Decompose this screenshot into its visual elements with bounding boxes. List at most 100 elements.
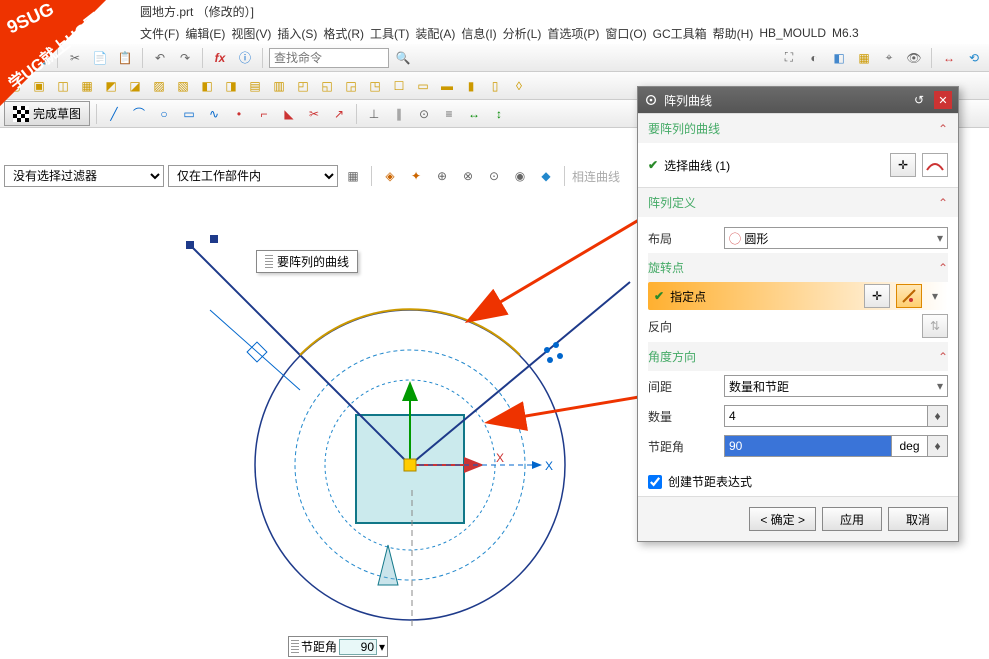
dim-icon[interactable]: ↕ <box>488 103 510 125</box>
search-icon[interactable]: 🔍 <box>392 47 414 69</box>
point-pick-icon[interactable]: ✛ <box>864 284 890 308</box>
ok-button[interactable]: < 确定 > <box>749 507 816 531</box>
trim-icon[interactable]: ✂ <box>303 103 325 125</box>
pitch-input[interactable] <box>724 435 892 457</box>
feature-icon[interactable]: ▣ <box>28 75 50 97</box>
point-icon[interactable]: • <box>228 103 250 125</box>
select-curve-row[interactable]: ✔ 选择曲线 (1) ✛ <box>648 149 948 181</box>
move-icon[interactable]: ↔ <box>938 47 960 69</box>
view-icon[interactable]: 👁 <box>903 47 925 69</box>
create-expr-checkbox[interactable] <box>648 475 662 489</box>
feature-icon[interactable]: ☐ <box>388 75 410 97</box>
info-icon[interactable]: ⓘ <box>234 47 256 69</box>
menu-hbmould[interactable]: HB_MOULD <box>759 26 826 40</box>
extend-icon[interactable]: ↗ <box>328 103 350 125</box>
spin-icon[interactable]: ♦ <box>928 405 948 427</box>
menu-help[interactable]: 帮助(H) <box>713 25 754 42</box>
constraint-icon[interactable]: ∥ <box>388 103 410 125</box>
menu-m63[interactable]: M6.3 <box>832 26 859 40</box>
feature-icon[interactable]: ◪ <box>124 75 146 97</box>
reset-icon[interactable]: ↺ <box>910 91 928 109</box>
chevron-down-icon[interactable]: ▾ <box>928 289 942 303</box>
wcs-icon[interactable]: ⌖ <box>878 47 900 69</box>
feature-icon[interactable]: ◊ <box>508 75 530 97</box>
snap-icon[interactable]: ⊕ <box>431 165 453 187</box>
feature-icon[interactable]: ◨ <box>220 75 242 97</box>
menu-insert[interactable]: 插入(S) <box>277 25 317 42</box>
curve-type-icon[interactable] <box>922 153 948 177</box>
feature-icon[interactable]: ◧ <box>196 75 218 97</box>
spin-icon[interactable]: ♦ <box>928 435 948 457</box>
layer-icon[interactable]: ▦ <box>853 47 875 69</box>
menu-tools[interactable]: 工具(T) <box>370 25 409 42</box>
feature-icon[interactable]: ◩ <box>100 75 122 97</box>
spacing-select[interactable]: 数量和节距 ▾ <box>724 375 948 397</box>
feature-icon[interactable]: ▬ <box>436 75 458 97</box>
rotate-point-header[interactable]: 旋转点 ⌃ <box>648 253 948 282</box>
feature-icon[interactable]: ▤ <box>244 75 266 97</box>
spline-icon[interactable]: ∿ <box>203 103 225 125</box>
feature-icon[interactable]: ▮ <box>460 75 482 97</box>
dropdown-icon[interactable]: ▾ <box>379 640 385 654</box>
snap-icon[interactable]: ◈ <box>379 165 401 187</box>
snap-icon[interactable]: ✦ <box>405 165 427 187</box>
constraint-icon[interactable]: ≡ <box>438 103 460 125</box>
constraint-icon[interactable]: ⊙ <box>413 103 435 125</box>
box-icon[interactable]: ◧ <box>828 47 850 69</box>
filter-icon[interactable]: ▦ <box>342 165 364 187</box>
finish-sketch-button[interactable]: 完成草图 <box>4 101 90 126</box>
reverse-button[interactable]: ⇅ <box>922 314 948 338</box>
rect-icon[interactable]: ▭ <box>178 103 200 125</box>
menu-format[interactable]: 格式(R) <box>323 25 364 42</box>
feature-icon[interactable]: ◱ <box>316 75 338 97</box>
feature-icon[interactable]: ◰ <box>292 75 314 97</box>
menu-file[interactable]: 文件(F) <box>140 25 179 42</box>
selection-filter[interactable]: 没有选择过滤器 <box>4 165 164 187</box>
pitch-angle-input-floating[interactable]: 节距角 ▾ <box>288 636 388 657</box>
scope-filter[interactable]: 仅在工作部件内 <box>168 165 338 187</box>
apply-button[interactable]: 应用 <box>822 507 882 531</box>
feature-icon[interactable]: ▢ <box>4 75 26 97</box>
menu-prefs[interactable]: 首选项(P) <box>547 25 599 42</box>
add-point-icon[interactable]: ✛ <box>890 153 916 177</box>
snap-icon[interactable]: ⊙ <box>483 165 505 187</box>
feature-icon[interactable]: ▭ <box>412 75 434 97</box>
shade-icon[interactable]: ◐ <box>803 47 825 69</box>
create-expr-row[interactable]: 创建节距表达式 <box>638 467 958 496</box>
angle-dir-header[interactable]: 角度方向 ⌃ <box>648 342 948 371</box>
fit-icon[interactable]: ⛶ <box>778 47 800 69</box>
paste-icon[interactable]: 📋 <box>114 47 136 69</box>
menu-window[interactable]: 窗口(O) <box>605 25 646 42</box>
specify-point-row[interactable]: ✔ 指定点 ✛ ▾ <box>648 282 948 310</box>
fillet-icon[interactable]: ⌐ <box>253 103 275 125</box>
feature-icon[interactable]: ▨ <box>148 75 170 97</box>
feature-icon[interactable]: ▯ <box>484 75 506 97</box>
menu-edit[interactable]: 编辑(E) <box>185 25 225 42</box>
open-icon[interactable]: 📂 <box>4 47 26 69</box>
expression-icon[interactable]: fx <box>209 47 231 69</box>
circle-icon[interactable]: ○ <box>153 103 175 125</box>
feature-icon[interactable]: ◳ <box>364 75 386 97</box>
command-search[interactable] <box>269 48 389 68</box>
chamfer-icon[interactable]: ◣ <box>278 103 300 125</box>
snap-icon[interactable]: ◉ <box>509 165 531 187</box>
feature-icon[interactable]: ▦ <box>76 75 98 97</box>
cancel-button[interactable]: 取消 <box>888 507 948 531</box>
feature-icon[interactable]: ▥ <box>268 75 290 97</box>
menu-view[interactable]: 视图(V) <box>231 25 271 42</box>
copy-icon[interactable]: 📄 <box>89 47 111 69</box>
constraint-icon[interactable]: ⊥ <box>363 103 385 125</box>
arc-icon[interactable]: ⌒ <box>128 103 150 125</box>
redo-icon[interactable]: ↷ <box>174 47 196 69</box>
pitch-angle-field[interactable] <box>339 639 377 655</box>
close-icon[interactable]: ✕ <box>934 91 952 109</box>
rotate-icon[interactable]: ⟲ <box>963 47 985 69</box>
dialog-titlebar[interactable]: 阵列曲线 ↺ ✕ <box>638 87 958 113</box>
section-curves-header[interactable]: 要阵列的曲线 ⌃ <box>638 114 958 143</box>
layout-select[interactable]: ◯ 圆形 ▾ <box>724 227 948 249</box>
feature-icon[interactable]: ◲ <box>340 75 362 97</box>
point-dialog-icon[interactable] <box>896 284 922 308</box>
snap-icon[interactable]: ◆ <box>535 165 557 187</box>
menu-info[interactable]: 信息(I) <box>461 25 496 42</box>
line-icon[interactable]: ╱ <box>103 103 125 125</box>
